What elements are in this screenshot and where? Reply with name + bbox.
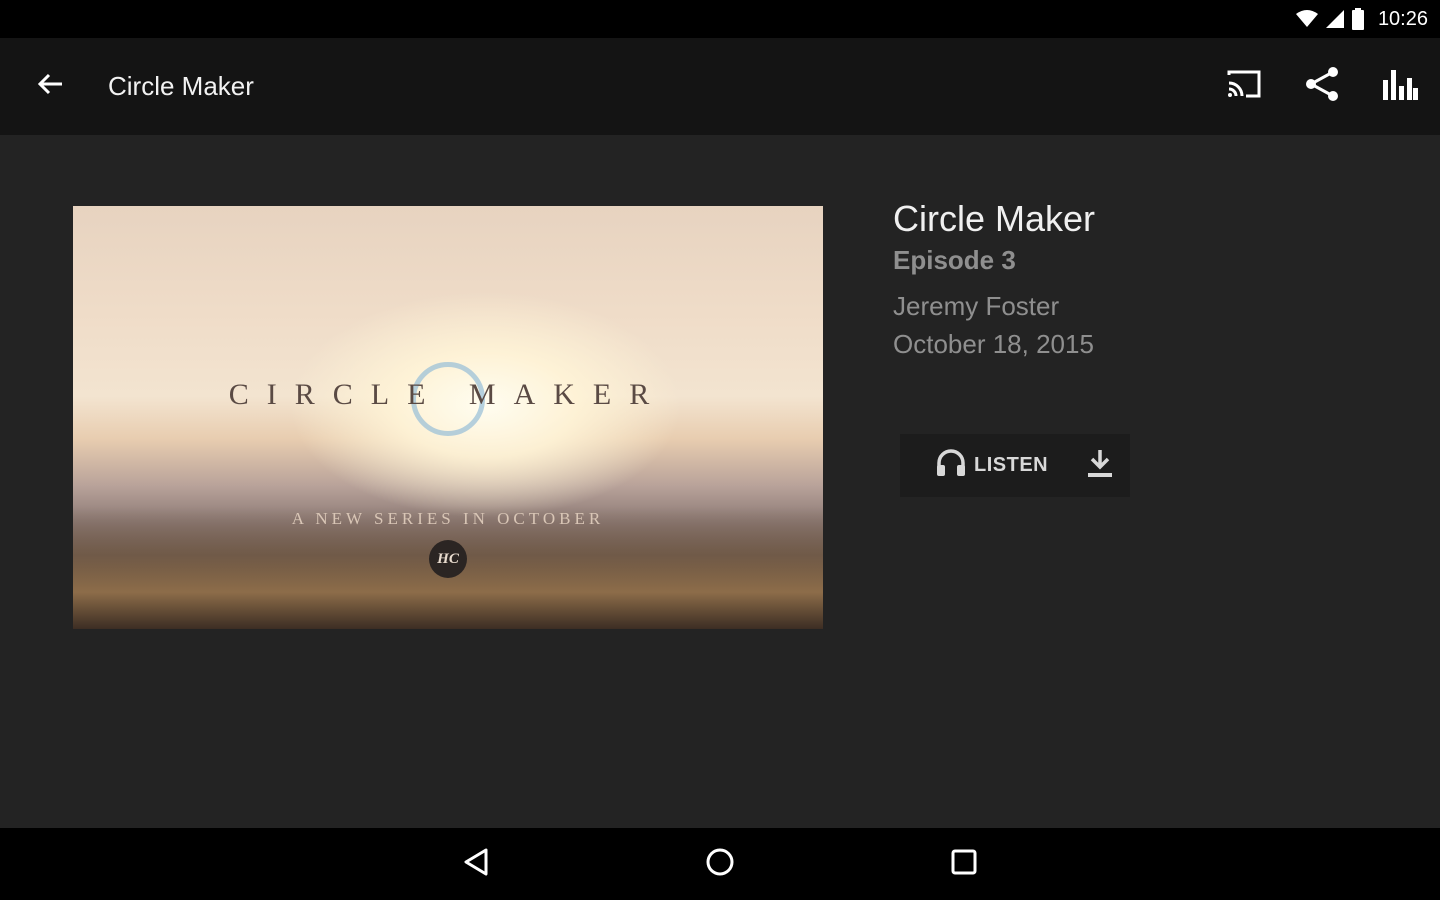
app-bar-actions xyxy=(1218,61,1440,113)
headphones-icon xyxy=(936,449,966,482)
share-button[interactable] xyxy=(1296,61,1348,113)
media-actions: LISTEN xyxy=(900,434,1130,497)
back-button[interactable] xyxy=(0,38,100,135)
episode-detail: CIRCLE MAKER A NEW SERIES IN OCTOBER HC … xyxy=(0,135,1440,828)
artwork-series-title: CIRCLE MAKER xyxy=(228,378,668,411)
equalizer-icon xyxy=(1382,68,1418,105)
wifi-icon xyxy=(1295,10,1318,28)
download-icon xyxy=(1087,448,1113,483)
arrow-back-icon xyxy=(36,72,64,101)
cast-icon xyxy=(1226,69,1262,104)
artwork-tagline: A NEW SERIES IN OCTOBER xyxy=(291,509,605,528)
listen-label: LISTEN xyxy=(974,454,1049,476)
system-nav-bar xyxy=(0,828,1440,900)
clock: 10:26 xyxy=(1377,7,1428,30)
church-logo: HC xyxy=(429,540,467,578)
nav-home-button[interactable] xyxy=(698,842,742,886)
listen-button[interactable]: LISTEN xyxy=(900,434,1068,497)
share-icon xyxy=(1304,65,1340,108)
episode-number: Episode 3 xyxy=(893,245,1016,275)
nav-back-button[interactable] xyxy=(454,842,498,886)
nav-recents-button[interactable] xyxy=(942,842,986,886)
speaker-name: Jeremy Foster xyxy=(893,291,1060,321)
stats-button[interactable] xyxy=(1374,61,1426,113)
episode-title: Circle Maker xyxy=(893,198,1096,239)
signal-icon xyxy=(1325,10,1344,28)
recents-square-icon xyxy=(950,848,978,881)
download-button[interactable] xyxy=(1070,434,1130,497)
episode-info: Circle Maker Episode 3 Jeremy Foster Oct… xyxy=(893,197,1393,361)
cast-button[interactable] xyxy=(1218,61,1270,113)
episode-artwork: CIRCLE MAKER A NEW SERIES IN OCTOBER HC xyxy=(73,206,823,629)
battery-icon xyxy=(1351,8,1364,30)
status-bar: 10:26 xyxy=(0,0,1440,38)
page-title: Circle Maker xyxy=(108,71,254,101)
back-triangle-icon xyxy=(462,847,490,882)
home-circle-icon xyxy=(705,847,735,882)
episode-date: October 18, 2015 xyxy=(893,329,1094,359)
app-bar: Circle Maker xyxy=(0,38,1440,135)
